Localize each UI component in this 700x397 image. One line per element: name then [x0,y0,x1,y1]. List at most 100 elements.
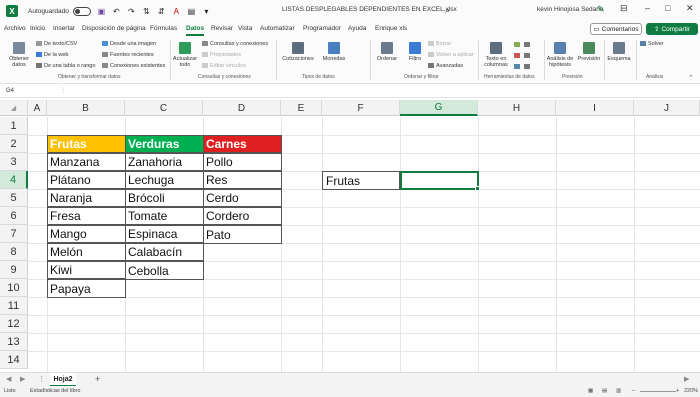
column-header-e[interactable]: E [281,100,322,116]
page-layout-icon[interactable]: ▤ [602,388,607,394]
page-break-icon[interactable]: ▥ [616,388,621,394]
workbook-stats[interactable]: Estadísticas del libro [30,388,80,394]
row-header-13[interactable]: 13 [0,333,28,351]
tab-insertar[interactable]: Insertar [53,25,75,32]
sheet-tab-hoja2[interactable]: Hoja2 [50,373,76,387]
sort-button[interactable]: Ordenar [374,42,400,62]
designer-pen-icon[interactable]: ✎ [597,4,605,15]
recent-sources-button[interactable]: Fuentes recientes [102,52,154,58]
cell-fruta[interactable]: Fresa [47,207,126,225]
tab-inicio[interactable]: Inicio [30,25,45,32]
outline-button[interactable]: Esquema [606,42,632,62]
cell-carne[interactable]: Pato [203,225,282,244]
minimize-icon[interactable]: – [645,3,650,13]
tab-vista[interactable]: Vista [238,25,252,32]
row-header-6[interactable]: 6 [0,207,28,225]
what-if-button[interactable]: Análisis de hipótesis [546,42,574,68]
scroll-right-icon[interactable]: ▶ [684,375,689,383]
row-header-7[interactable]: 7 [0,225,28,243]
row-header-14[interactable]: 14 [0,351,28,369]
tab-disposicion[interactable]: Disposición de página [82,25,146,32]
data-validation-icon[interactable] [514,64,520,69]
cell-carne[interactable]: Cordero [203,207,282,225]
consolidate-icon[interactable] [524,42,530,47]
column-header-b[interactable]: B [47,100,125,116]
header-carnes[interactable]: Carnes [203,135,282,153]
get-data-button[interactable]: Obtener datos [6,42,32,68]
zoom-in-icon[interactable]: + [676,388,679,394]
row-header-11[interactable]: 11 [0,297,28,315]
row-header-4[interactable]: 4 [0,171,28,189]
from-web-button[interactable]: De la web [36,52,68,58]
cell-fruta[interactable]: Naranja [47,189,126,207]
cell-f4-label[interactable]: Frutas [322,171,400,190]
stocks-button[interactable]: Cotizaciones [280,42,316,62]
tab-formulas[interactable]: Fórmulas [150,25,177,32]
cell-fruta[interactable]: Melón [47,243,126,261]
cell-fruta[interactable]: Manzana [47,153,126,171]
cell-verdura[interactable]: Brócoli [125,189,204,207]
from-image-button[interactable]: Desde una imagen [102,41,156,47]
row-header-3[interactable]: 3 [0,153,28,171]
redo-icon[interactable]: ↷ [127,7,136,16]
tab-enrique-xls[interactable]: Enrique xls [375,25,407,32]
cell-verdura[interactable]: Espinaca [125,225,204,243]
more-sheets-icon[interactable]: ⋮ [38,375,45,383]
forecast-sheet-button[interactable]: Previsión [576,42,602,62]
zoom-slider[interactable] [640,391,676,392]
ribbon-display-icon[interactable]: ⊟ [620,3,628,14]
customize-toolbar-icon[interactable]: ▾ [202,7,211,16]
row-header-2[interactable]: 2 [0,135,28,153]
undo-icon[interactable]: ↶ [112,7,121,16]
user-name[interactable]: kevin Hinojosa Sedano [537,6,604,13]
queries-connections-button[interactable]: Consultas y conexiones [202,41,268,47]
properties-button[interactable]: Propiedades [202,52,241,58]
filter-button[interactable]: Filtro [404,42,426,62]
existing-connections-button[interactable]: Conexiones existentes [102,63,165,69]
sort-az-icon[interactable]: ⇅ [142,7,151,16]
column-header-f[interactable]: F [322,100,400,116]
advanced-button[interactable]: Avanzadas [428,63,463,69]
cell-carne[interactable]: Cerdo [203,189,282,207]
cell-carne[interactable]: Res [203,171,282,189]
sort-za-icon[interactable]: ⇵ [157,7,166,16]
header-frutas[interactable]: Frutas [47,135,126,153]
row-header-12[interactable]: 12 [0,315,28,333]
column-header-h[interactable]: H [478,100,556,116]
flash-fill-icon[interactable] [514,42,520,47]
cell-fruta[interactable]: Plátano [47,171,126,189]
clear-button[interactable]: Borrar [428,41,451,47]
prev-sheet-icon[interactable]: ◀ [6,375,11,383]
column-header-a[interactable]: A [28,100,47,116]
edit-links-button[interactable]: Editar vínculos [202,63,246,69]
collapse-ribbon-icon[interactable]: ⌃ [688,74,694,82]
select-all-corner[interactable]: ◢ [0,100,28,116]
solver-button[interactable]: Solver [640,41,664,47]
column-header-i[interactable]: I [556,100,634,116]
cell-verdura[interactable]: Cebolla [125,261,204,280]
text-to-columns-button[interactable]: Texto en columnas [482,42,510,68]
from-table-button[interactable]: De una tabla o rango [36,63,95,69]
cell-fruta[interactable]: Mango [47,225,126,243]
row-header-8[interactable]: 8 [0,243,28,261]
cell-fruta[interactable]: Papaya [47,279,126,298]
row-header-5[interactable]: 5 [0,189,28,207]
zoom-out-icon[interactable]: – [632,388,635,394]
header-verduras[interactable]: Verduras [125,135,204,153]
column-header-g[interactable]: G [400,100,478,116]
next-sheet-icon[interactable]: ▶ [20,375,25,383]
maximize-icon[interactable]: □ [665,3,670,13]
cell-fruta[interactable]: Kiwi [47,261,126,279]
from-text-csv-button[interactable]: De texto/CSV [36,41,77,47]
row-header-1[interactable]: 1 [0,117,28,135]
refresh-all-button[interactable]: Actualizar todo [172,42,198,68]
tab-revisar[interactable]: Revisar [211,25,233,32]
search-icon[interactable]: ⌕ [445,5,450,16]
active-cell-g4[interactable] [400,171,479,190]
tab-archivo[interactable]: Archivo [4,25,26,32]
cell-carne[interactable]: Pollo [203,153,282,171]
column-header-c[interactable]: C [125,100,203,116]
share-button[interactable]: ⇪ Compartir [646,23,698,35]
cell-verdura[interactable]: Zanahoria [125,153,204,171]
close-icon[interactable]: ✕ [686,3,694,14]
